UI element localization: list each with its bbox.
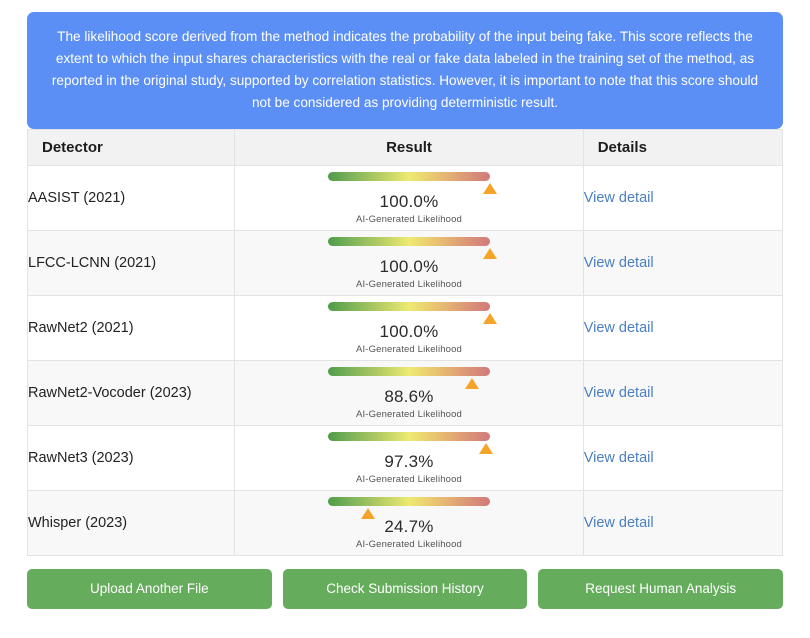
detector-details-cell: View detail xyxy=(582,360,784,426)
detector-details-cell: View detail xyxy=(582,425,784,491)
view-detail-link[interactable]: View detail xyxy=(584,385,654,401)
detector-result-cell: 24.7% AI-Generated Likelihood xyxy=(234,490,584,556)
request-human-analysis-button[interactable]: Request Human Analysis xyxy=(538,569,784,609)
gauge-pointer-triangle xyxy=(482,312,497,324)
gauge-pointer-triangle xyxy=(360,507,375,519)
gauge-caption-label: AI-Generated Likelihood xyxy=(356,538,462,550)
column-header-details: Details xyxy=(582,129,784,166)
detector-name-cell: LFCC-LCNN (2021) xyxy=(26,230,236,296)
gauge-pointer-triangle xyxy=(478,442,493,454)
detector-result-cell: 88.6% AI-Generated Likelihood xyxy=(234,360,584,426)
table-row: RawNet2 (2021) 100.0% AI-Generated Likelih… xyxy=(26,295,784,361)
view-detail-link[interactable]: View detail xyxy=(584,450,654,466)
gauge-caption-label: AI-Generated Likelihood xyxy=(356,408,462,420)
detector-result-cell: 97.3% AI-Generated Likelihood xyxy=(234,425,584,491)
column-header-detector: Detector xyxy=(26,129,236,166)
gauge-pointer-triangle xyxy=(482,247,497,259)
gauge-gradient-bar xyxy=(327,301,497,324)
gauge-value-label: 100.0% xyxy=(379,256,439,276)
table-row: LFCC-LCNN (2021) 100.0% AI-Generated Likel… xyxy=(26,230,784,296)
detector-name-cell: RawNet2-Vocoder (2023) xyxy=(26,360,236,426)
gauge-value-label: 97.3% xyxy=(384,451,434,471)
detector-details-cell: View detail xyxy=(582,230,784,296)
table-header-row: Detector Result Details xyxy=(26,129,784,166)
gauge-value-label: 88.6% xyxy=(384,386,434,406)
gauge-gradient-bar xyxy=(327,431,493,454)
column-header-result: Result xyxy=(234,129,584,166)
detector-details-cell: View detail xyxy=(582,165,784,231)
likelihood-gauge: 100.0% AI-Generated Likelihood xyxy=(327,301,497,355)
detector-result-cell: 100.0% AI-Generated Likelihood xyxy=(234,165,584,231)
gauge-pointer-triangle xyxy=(464,377,479,389)
detector-details-cell: View detail xyxy=(582,295,784,361)
likelihood-gauge: 88.6% AI-Generated Likelihood xyxy=(327,366,490,420)
gauge-value-label: 100.0% xyxy=(379,321,439,341)
view-detail-link[interactable]: View detail xyxy=(584,515,654,531)
gauge-gradient-bar xyxy=(327,366,490,389)
view-detail-link[interactable]: View detail xyxy=(584,320,654,336)
table-row: RawNet2-Vocoder (2023) 88.6% AI-Generated … xyxy=(26,360,784,426)
detector-name-cell: RawNet2 (2021) xyxy=(26,295,236,361)
likelihood-gauge: 97.3% AI-Generated Likelihood xyxy=(327,431,493,485)
gauge-pointer-triangle xyxy=(482,182,497,194)
view-detail-link[interactable]: View detail xyxy=(584,190,654,206)
gauge-value-label: 100.0% xyxy=(379,191,439,211)
table-row: RawNet3 (2023) 97.3% AI-Generated Likeliho… xyxy=(26,425,784,491)
detector-results-table: Detector Result Details AASIST (2021) 100… xyxy=(26,129,784,556)
detector-result-cell: 100.0% AI-Generated Likelihood xyxy=(234,295,584,361)
table-header: Detector Result Details xyxy=(26,129,784,166)
gauge-gradient-bar xyxy=(327,496,490,519)
likelihood-gauge: 100.0% AI-Generated Likelihood xyxy=(327,171,497,225)
table-row: AASIST (2021) 100.0% AI-Generated Likeliho… xyxy=(26,165,784,231)
check-submission-history-button[interactable]: Check Submission History xyxy=(282,569,528,609)
gauge-gradient-bar xyxy=(327,236,497,259)
likelihood-gauge: 24.7% AI-Generated Likelihood xyxy=(327,496,490,550)
results-page: The likelihood score derived from the me… xyxy=(0,0,810,638)
detector-name-cell: Whisper (2023) xyxy=(26,490,236,556)
likelihood-gauge: 100.0% AI-Generated Likelihood xyxy=(327,236,497,290)
detector-name-cell: RawNet3 (2023) xyxy=(26,425,236,491)
gauge-caption-label: AI-Generated Likelihood xyxy=(356,343,462,355)
view-detail-link[interactable]: View detail xyxy=(584,255,654,271)
gauge-caption-label: AI-Generated Likelihood xyxy=(356,213,462,225)
gauge-gradient-bar xyxy=(327,171,497,194)
detector-name-cell: AASIST (2021) xyxy=(26,165,236,231)
detector-result-cell: 100.0% AI-Generated Likelihood xyxy=(234,230,584,296)
gauge-caption-label: AI-Generated Likelihood xyxy=(356,278,462,290)
gauge-caption-label: AI-Generated Likelihood xyxy=(356,473,462,485)
likelihood-info-banner: The likelihood score derived from the me… xyxy=(27,12,783,130)
gauge-value-label: 24.7% xyxy=(384,516,434,536)
upload-another-file-button[interactable]: Upload Another File xyxy=(27,569,272,609)
action-button-row: Upload Another File Check Submission His… xyxy=(27,569,784,609)
table-row: Whisper (2023) 24.7% AI-Generated Likeliho… xyxy=(26,490,784,556)
detector-details-cell: View detail xyxy=(582,490,784,556)
table-body: AASIST (2021) 100.0% AI-Generated Likeliho… xyxy=(26,165,784,556)
likelihood-info-text: The likelihood score derived from the me… xyxy=(51,29,759,111)
